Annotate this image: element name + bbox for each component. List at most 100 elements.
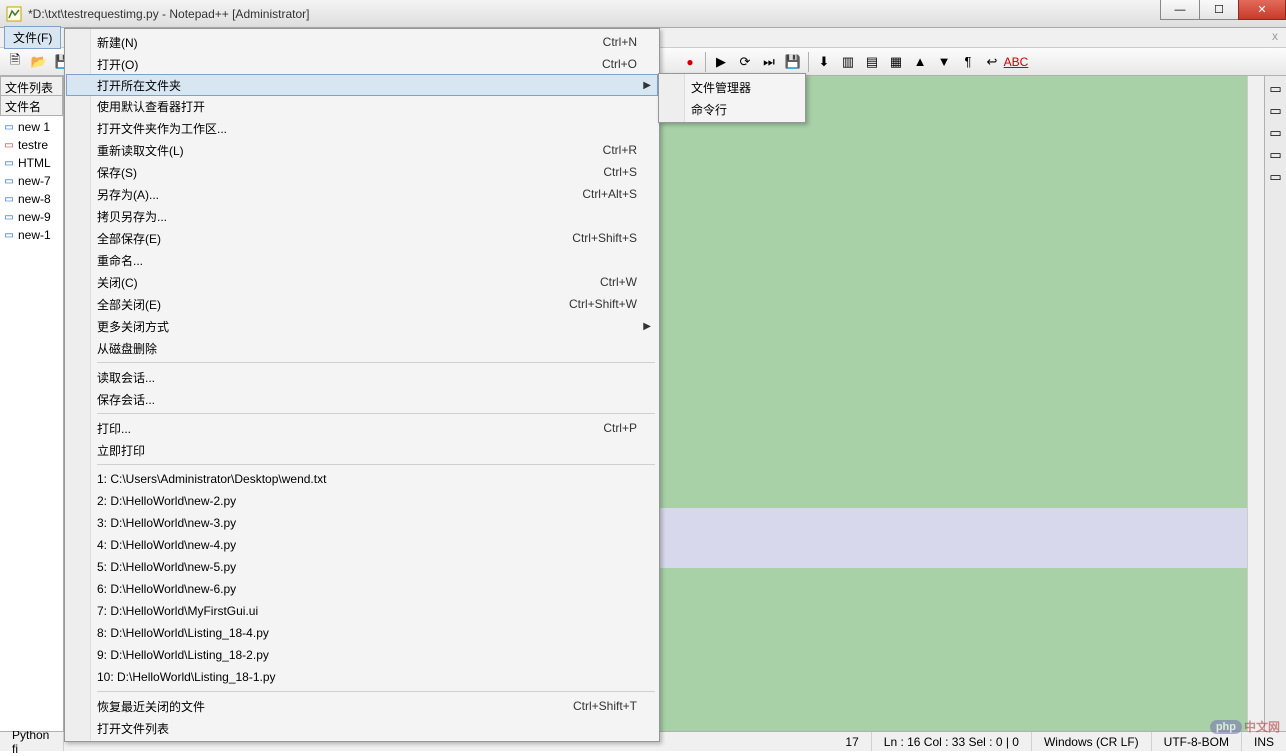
vertical-scrollbar[interactable] bbox=[1247, 76, 1264, 731]
menu-shortcut: Ctrl+R bbox=[603, 143, 657, 157]
submenu-cmd[interactable]: 命令行 bbox=[661, 98, 803, 120]
menu-item[interactable]: 从磁盘删除 bbox=[67, 337, 657, 359]
menu-item-label: 重命名... bbox=[97, 252, 657, 269]
panel-1-icon[interactable]: ▥ bbox=[837, 51, 859, 73]
doc-map-icon[interactable]: ▭ bbox=[1267, 102, 1285, 120]
new-file-icon[interactable]: 🗎 bbox=[4, 51, 26, 73]
menu-item[interactable]: 8: D:\HelloWorld\Listing_18-4.py bbox=[67, 622, 657, 644]
panel-3-icon[interactable]: ▦ bbox=[885, 51, 907, 73]
toolbar-sep bbox=[808, 52, 809, 72]
menu-item[interactable]: 打开所在文件夹▶ bbox=[66, 74, 658, 96]
menu-item[interactable]: 5: D:\HelloWorld\new-5.py bbox=[67, 556, 657, 578]
menu-item[interactable]: 打开文件列表 bbox=[67, 717, 657, 739]
menu-item[interactable]: 9: D:\HelloWorld\Listing_18-2.py bbox=[67, 644, 657, 666]
file-item[interactable]: ▭new-8 bbox=[0, 190, 63, 208]
clone-view-icon[interactable]: ▭ bbox=[1267, 80, 1285, 98]
menu-item-label: 恢复最近关闭的文件 bbox=[97, 698, 573, 715]
menu-item-label: 保存(S) bbox=[97, 164, 603, 181]
wrap-icon[interactable]: ↩ bbox=[981, 51, 1003, 73]
menu-shortcut: Ctrl+Alt+S bbox=[582, 187, 657, 201]
menu-item[interactable]: 另存为(A)...Ctrl+Alt+S bbox=[67, 183, 657, 205]
expand-icon[interactable]: ▼ bbox=[933, 51, 955, 73]
menu-item[interactable]: 打开(O)Ctrl+O bbox=[67, 53, 657, 75]
menu-item[interactable]: 全部保存(E)Ctrl+Shift+S bbox=[67, 227, 657, 249]
file-icon: ▭ bbox=[2, 138, 16, 152]
menu-item-label: 8: D:\HelloWorld\Listing_18-4.py bbox=[97, 626, 657, 640]
file-icon: ▭ bbox=[2, 228, 16, 242]
watermark: php 中文网 bbox=[1210, 718, 1280, 735]
window-controls: — ☐ ✕ bbox=[1161, 0, 1286, 20]
menu-item[interactable]: 保存会话... bbox=[67, 388, 657, 410]
menu-item-label: 保存会话... bbox=[97, 391, 657, 408]
window-title: *D:\txt\testrequestimg.py - Notepad++ [A… bbox=[28, 7, 309, 21]
menu-item[interactable]: 关闭(C)Ctrl+W bbox=[67, 271, 657, 293]
record-icon[interactable]: ● bbox=[679, 51, 701, 73]
function-list-icon[interactable]: ▭ bbox=[1267, 124, 1285, 142]
menu-item[interactable]: 更多关闭方式▶ bbox=[67, 315, 657, 337]
menu-item[interactable]: 拷贝另存为... bbox=[67, 205, 657, 227]
monitor-icon[interactable]: ▭ bbox=[1267, 168, 1285, 186]
tab-close-icon[interactable]: x bbox=[1268, 30, 1282, 44]
file-item[interactable]: ▭new-1 bbox=[0, 226, 63, 244]
menu-separator bbox=[97, 691, 655, 692]
menu-item[interactable]: 全部关闭(E)Ctrl+Shift+W bbox=[67, 293, 657, 315]
menu-shortcut: Ctrl+Shift+W bbox=[569, 297, 657, 311]
menu-item[interactable]: 打开文件夹作为工作区... bbox=[67, 117, 657, 139]
spellcheck-icon[interactable]: ABC bbox=[1005, 51, 1027, 73]
play-next-icon[interactable]: ⏭ bbox=[758, 51, 780, 73]
menu-item[interactable]: 10: D:\HelloWorld\Listing_18-1.py bbox=[67, 666, 657, 688]
menu-separator bbox=[97, 464, 655, 465]
menu-item-label: 全部保存(E) bbox=[97, 230, 572, 247]
file-item[interactable]: ▭testre bbox=[0, 136, 63, 154]
hidden-chars-icon[interactable]: ¶ bbox=[957, 51, 979, 73]
menu-item-label: 打开(O) bbox=[97, 56, 602, 73]
menu-item-label: 读取会话... bbox=[97, 369, 657, 386]
play-loop-icon[interactable]: ⟳ bbox=[734, 51, 756, 73]
menu-file[interactable]: 文件(F) bbox=[4, 26, 61, 49]
file-icon: ▭ bbox=[2, 120, 16, 134]
submenu-explorer[interactable]: 文件管理器 bbox=[661, 76, 803, 98]
open-file-icon[interactable]: 📂 bbox=[28, 51, 50, 73]
file-icon: ▭ bbox=[2, 156, 16, 170]
menu-item[interactable]: 重新读取文件(L)Ctrl+R bbox=[67, 139, 657, 161]
menu-item-label: 立即打印 bbox=[97, 442, 657, 459]
menu-item[interactable]: 恢复最近关闭的文件Ctrl+Shift+T bbox=[67, 695, 657, 717]
collapse-icon[interactable]: ▲ bbox=[909, 51, 931, 73]
status-position: Ln : 16 Col : 33 Sel : 0 | 0 bbox=[872, 732, 1032, 751]
file-item[interactable]: ▭HTML bbox=[0, 154, 63, 172]
menu-item-label: 2: D:\HelloWorld\new-2.py bbox=[97, 494, 657, 508]
submenu-arrow-icon: ▶ bbox=[643, 321, 651, 332]
menu-item[interactable]: 打印...Ctrl+P bbox=[67, 417, 657, 439]
file-item[interactable]: ▭new-7 bbox=[0, 172, 63, 190]
menu-item[interactable]: 2: D:\HelloWorld\new-2.py bbox=[67, 490, 657, 512]
menu-item[interactable]: 3: D:\HelloWorld\new-3.py bbox=[67, 512, 657, 534]
menu-item-label: 另存为(A)... bbox=[97, 186, 582, 203]
menu-item[interactable]: 7: D:\HelloWorld\MyFirstGui.ui bbox=[67, 600, 657, 622]
file-item[interactable]: ▭new-9 bbox=[0, 208, 63, 226]
save-macro-icon[interactable]: 💾 bbox=[782, 51, 804, 73]
menu-item[interactable]: 6: D:\HelloWorld\new-6.py bbox=[67, 578, 657, 600]
menu-item-label: 使用默认查看器打开 bbox=[97, 98, 657, 115]
panel-2-icon[interactable]: ▤ bbox=[861, 51, 883, 73]
play-prev-icon[interactable]: ▶ bbox=[710, 51, 732, 73]
close-button[interactable]: ✕ bbox=[1238, 0, 1286, 20]
status-length: 17 bbox=[833, 732, 871, 751]
menu-item[interactable]: 重命名... bbox=[67, 249, 657, 271]
menu-item[interactable]: 新建(N)Ctrl+N bbox=[67, 31, 657, 53]
menu-item[interactable]: 读取会话... bbox=[67, 366, 657, 388]
file-item[interactable]: ▭new 1 bbox=[0, 118, 63, 136]
maximize-button[interactable]: ☐ bbox=[1199, 0, 1239, 20]
minimize-button[interactable]: — bbox=[1160, 0, 1200, 20]
indent-icon[interactable]: ⬇ bbox=[813, 51, 835, 73]
menu-separator bbox=[97, 413, 655, 414]
menu-item[interactable]: 立即打印 bbox=[67, 439, 657, 461]
menu-item-label: 关闭(C) bbox=[97, 274, 600, 291]
menu-item-label: 重新读取文件(L) bbox=[97, 142, 603, 159]
menu-shortcut: Ctrl+Shift+T bbox=[573, 699, 657, 713]
menu-item[interactable]: 4: D:\HelloWorld\new-4.py bbox=[67, 534, 657, 556]
menu-item[interactable]: 1: C:\Users\Administrator\Desktop\wend.t… bbox=[67, 468, 657, 490]
menu-item[interactable]: 保存(S)Ctrl+S bbox=[67, 161, 657, 183]
status-filetype: Python fi bbox=[0, 732, 64, 751]
menu-item[interactable]: 使用默认查看器打开 bbox=[67, 95, 657, 117]
folder-panel-icon[interactable]: ▭ bbox=[1267, 146, 1285, 164]
